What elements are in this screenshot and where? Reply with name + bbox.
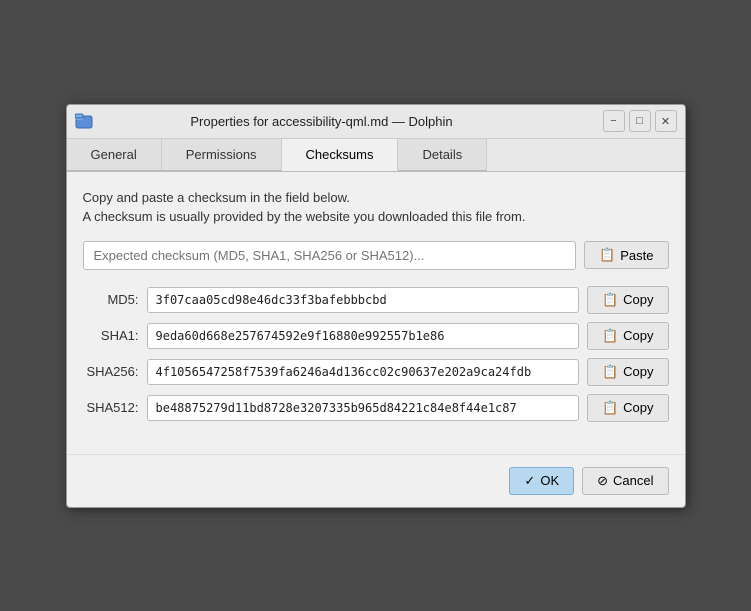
copy-icon: 📋 bbox=[602, 400, 618, 416]
hash-row: SHA512: be48875279d11bd8728e3207335b965d8… bbox=[83, 394, 669, 422]
checksum-input-row: 📋 Paste bbox=[83, 241, 669, 270]
copy-icon: 📋 bbox=[602, 292, 618, 308]
checksum-input[interactable] bbox=[83, 241, 577, 270]
copy-label: Copy bbox=[623, 400, 653, 415]
minimize-button[interactable]: − bbox=[603, 110, 625, 132]
copy-button-sha256[interactable]: 📋 Copy bbox=[587, 358, 669, 386]
description-text: Copy and paste a checksum in the field b… bbox=[83, 188, 669, 227]
titlebar: Properties for accessibility-qml.md — Do… bbox=[67, 105, 685, 139]
tab-checksums[interactable]: Checksums bbox=[282, 139, 399, 171]
copy-label: Copy bbox=[623, 328, 653, 343]
hash-row: SHA1: 9eda60d668e257674592e9f16880e992557… bbox=[83, 322, 669, 350]
hash-value-sha256: 4f1056547258f7539fa6246a4d136cc02c90637e… bbox=[147, 359, 579, 385]
close-button[interactable]: ✕ bbox=[655, 110, 677, 132]
paste-button[interactable]: 📋 Paste bbox=[584, 241, 668, 269]
copy-label: Copy bbox=[623, 364, 653, 379]
tab-details[interactable]: Details bbox=[398, 139, 487, 171]
cancel-button[interactable]: ⊘ Cancel bbox=[582, 467, 668, 495]
hash-row: MD5: 3f07caa05cd98e46dc33f3bafebbbcbd 📋 Cop… bbox=[83, 286, 669, 314]
description-line2: A checksum is usually provided by the we… bbox=[83, 207, 669, 227]
hash-label-sha512: SHA512: bbox=[83, 400, 139, 415]
copy-button-sha512[interactable]: 📋 Copy bbox=[587, 394, 669, 422]
tab-general[interactable]: General bbox=[67, 139, 162, 171]
hash-label-md5: MD5: bbox=[83, 292, 139, 307]
tab-content: Copy and paste a checksum in the field b… bbox=[67, 172, 685, 446]
hash-rows: MD5: 3f07caa05cd98e46dc33f3bafebbbcbd 📋 Cop… bbox=[83, 286, 669, 422]
hash-value-sha1: 9eda60d668e257674592e9f16880e992557b1e86 bbox=[147, 323, 579, 349]
hash-label-sha256: SHA256: bbox=[83, 364, 139, 379]
window-title: Properties for accessibility-qml.md — Do… bbox=[101, 114, 543, 129]
tab-permissions[interactable]: Permissions bbox=[162, 139, 282, 171]
paste-label: Paste bbox=[620, 248, 653, 263]
hash-row: SHA256: 4f1056547258f7539fa6246a4d136cc02… bbox=[83, 358, 669, 386]
copy-button-sha1[interactable]: 📋 Copy bbox=[587, 322, 669, 350]
copy-icon: 📋 bbox=[602, 364, 618, 380]
cancel-label: Cancel bbox=[613, 473, 653, 488]
titlebar-controls: − □ ✕ bbox=[603, 110, 677, 132]
hash-label-sha1: SHA1: bbox=[83, 328, 139, 343]
app-icon bbox=[75, 112, 93, 130]
paste-icon: 📋 bbox=[599, 247, 615, 263]
hash-value-md5: 3f07caa05cd98e46dc33f3bafebbbcbd bbox=[147, 287, 579, 313]
dialog-footer: ✓ OK ⊘ Cancel bbox=[67, 454, 685, 507]
ok-icon: ✓ bbox=[524, 473, 535, 489]
cancel-icon: ⊘ bbox=[597, 473, 608, 489]
ok-button[interactable]: ✓ OK bbox=[509, 467, 574, 495]
copy-button-md5[interactable]: 📋 Copy bbox=[587, 286, 669, 314]
ok-label: OK bbox=[540, 473, 559, 488]
copy-label: Copy bbox=[623, 292, 653, 307]
tab-bar: General Permissions Checksums Details bbox=[67, 139, 685, 172]
hash-value-sha512: be48875279d11bd8728e3207335b965d84221c84… bbox=[147, 395, 579, 421]
description-line1: Copy and paste a checksum in the field b… bbox=[83, 188, 669, 208]
copy-icon: 📋 bbox=[602, 328, 618, 344]
maximize-button[interactable]: □ bbox=[629, 110, 651, 132]
dialog-window: Properties for accessibility-qml.md — Do… bbox=[66, 104, 686, 508]
